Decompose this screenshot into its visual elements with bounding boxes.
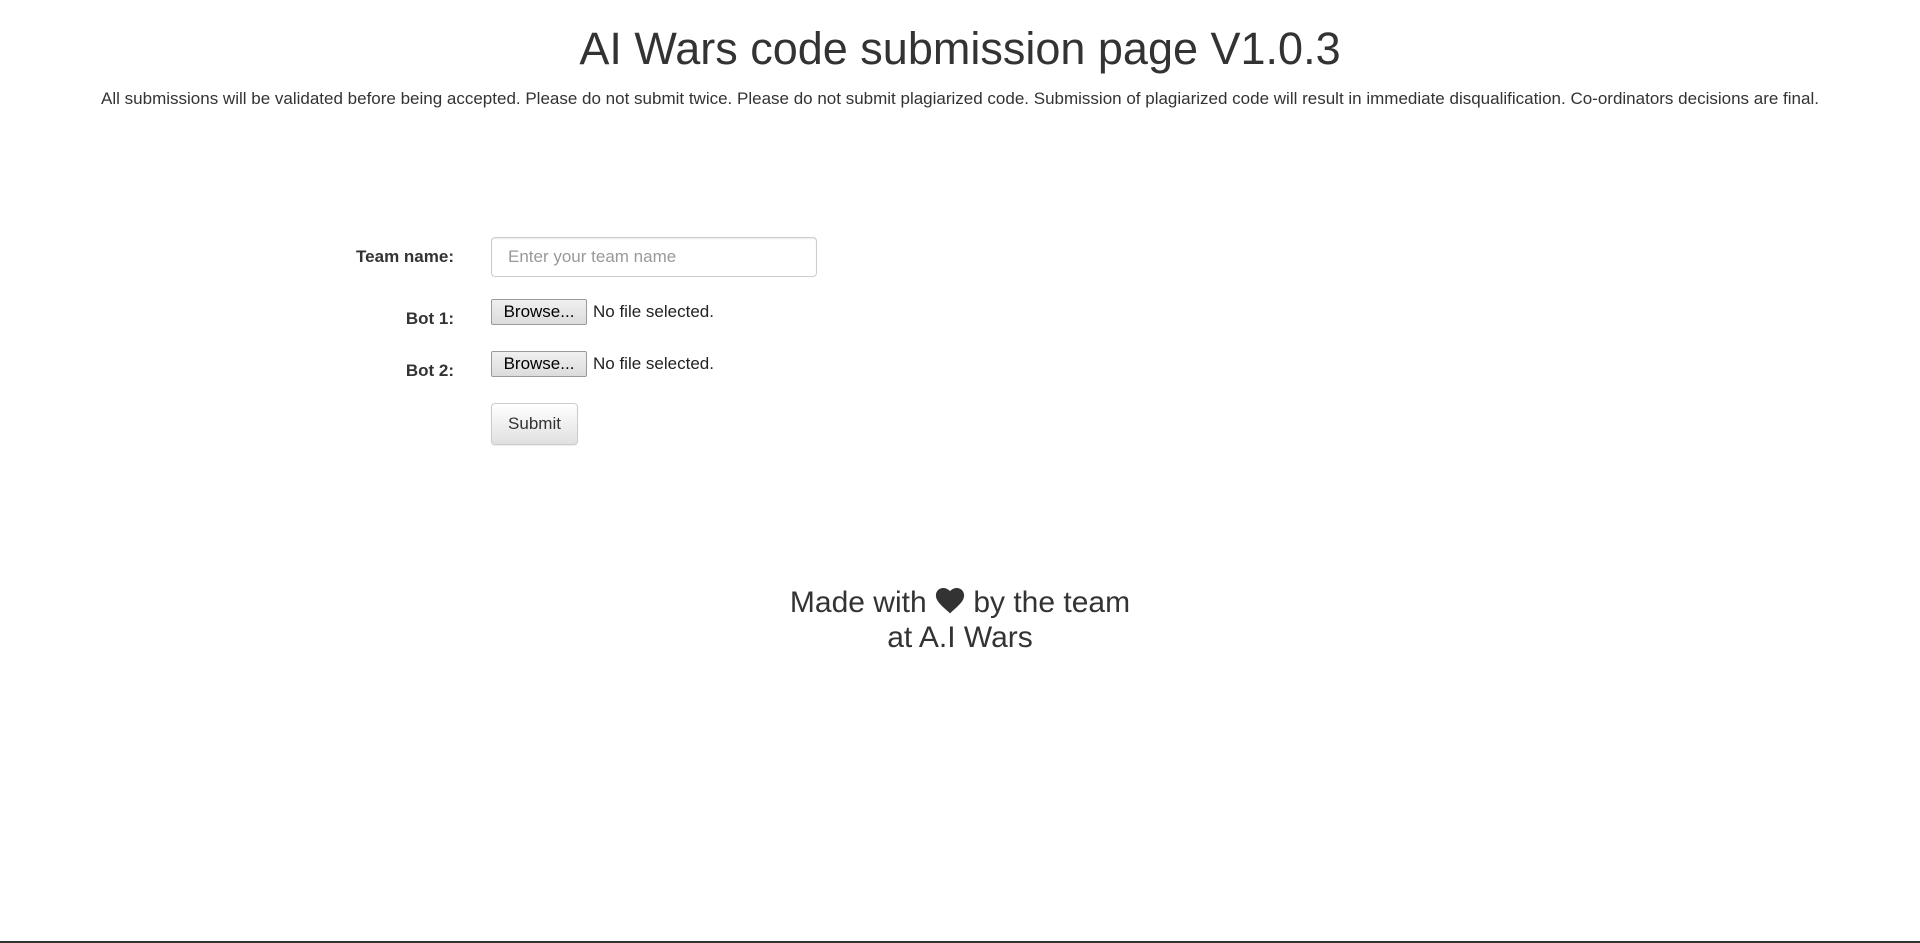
team-name-input[interactable] bbox=[491, 237, 817, 277]
submission-notice: All submissions will be validated before… bbox=[101, 89, 1819, 108]
bot1-browse-button[interactable]: Browse... bbox=[491, 299, 587, 325]
submit-button[interactable]: Submit bbox=[491, 403, 578, 445]
footer-line-2: at A.I Wars bbox=[887, 621, 1033, 654]
footer: Made with by the team at A.I Wars bbox=[0, 586, 1920, 654]
page-title: AI Wars code submission page V1.0.3 bbox=[579, 23, 1341, 74]
footer-made-with: Made with bbox=[789, 586, 927, 619]
bot1-label: Bot 1: bbox=[405, 309, 454, 328]
bot1-row: Bot 1: Browse... No file selected. bbox=[0, 299, 1920, 341]
submission-form: Team name: Bot 1: Browse... No file sele… bbox=[0, 236, 1920, 445]
team-name-row: Team name: bbox=[0, 236, 1920, 278]
bot2-browse-button[interactable]: Browse... bbox=[491, 351, 587, 377]
page: AI Wars code submission page V1.0.3 All … bbox=[0, 0, 1920, 943]
team-name-label: Team name: bbox=[356, 247, 454, 266]
footer-line-1: Made with by the team bbox=[0, 586, 1920, 621]
bot2-row: Bot 2: Browse... No file selected. bbox=[0, 351, 1920, 393]
footer-by-the-team: by the team bbox=[973, 586, 1131, 619]
header: AI Wars code submission page V1.0.3 All … bbox=[0, 0, 1920, 110]
bot2-file-status: No file selected. bbox=[593, 354, 714, 373]
heart-icon bbox=[935, 587, 965, 621]
bot2-label: Bot 2: bbox=[405, 361, 454, 380]
bot1-file-status: No file selected. bbox=[593, 302, 714, 321]
